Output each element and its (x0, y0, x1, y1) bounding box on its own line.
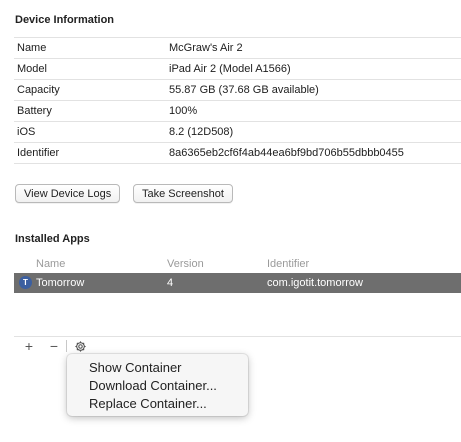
toolbar-divider (14, 336, 461, 337)
info-key: Capacity (17, 84, 60, 96)
info-value: 8.2 (12D508) (169, 126, 234, 138)
info-value: McGraw's Air 2 (169, 42, 243, 54)
device-info-table: Name McGraw's Air 2 Model iPad Air 2 (Mo… (14, 37, 461, 164)
info-row-capacity: Capacity 55.87 GB (37.68 GB available) (14, 80, 461, 101)
info-row-battery: Battery 100% (14, 101, 461, 122)
add-app-button[interactable]: + (22, 338, 36, 354)
menu-item-show-container[interactable]: Show Container (67, 358, 248, 376)
info-key: Name (17, 42, 47, 54)
info-row-identifier: Identifier 8a6365eb2cf6f4ab44ea6bf9bd706… (14, 143, 461, 164)
toolbar-separator (66, 340, 67, 352)
info-key: Identifier (17, 147, 60, 159)
app-version: 4 (167, 277, 174, 289)
app-icon: T (19, 276, 32, 289)
apps-table-header: Name Version Identifier (14, 254, 461, 273)
info-value: 55.87 GB (37.68 GB available) (169, 84, 319, 96)
column-header-name[interactable]: Name (36, 258, 65, 270)
take-screenshot-button[interactable]: Take Screenshot (133, 184, 233, 203)
info-row-ios: iOS 8.2 (12D508) (14, 122, 461, 143)
installed-apps-title: Installed Apps (15, 233, 90, 245)
gear-icon[interactable] (72, 338, 88, 354)
info-key: Battery (17, 105, 52, 117)
info-row-model: Model iPad Air 2 (Model A1566) (14, 59, 461, 80)
info-value: 8a6365eb2cf6f4ab44ea6bf9bd706b55dbbb0455 (169, 147, 404, 159)
app-identifier: com.igotit.tomorrow (267, 277, 363, 289)
menu-item-download-container[interactable]: Download Container... (67, 376, 248, 394)
info-key: iOS (17, 126, 36, 138)
app-row-tomorrow[interactable]: T Tomorrow 4 com.igotit.tomorrow (14, 273, 461, 293)
view-device-logs-button[interactable]: View Device Logs (15, 184, 121, 203)
menu-item-replace-container[interactable]: Replace Container... (67, 394, 248, 412)
column-header-identifier[interactable]: Identifier (267, 258, 309, 270)
info-value: 100% (169, 105, 198, 117)
device-info-title: Device Information (15, 14, 115, 26)
info-value: iPad Air 2 (Model A1566) (169, 63, 291, 75)
app-name: Tomorrow (36, 277, 85, 289)
info-key: Model (17, 63, 47, 75)
info-row-name: Name McGraw's Air 2 (14, 38, 461, 59)
remove-app-button[interactable]: − (47, 338, 61, 354)
column-header-version[interactable]: Version (167, 258, 204, 270)
container-context-menu: Show Container Download Container... Rep… (67, 354, 248, 416)
